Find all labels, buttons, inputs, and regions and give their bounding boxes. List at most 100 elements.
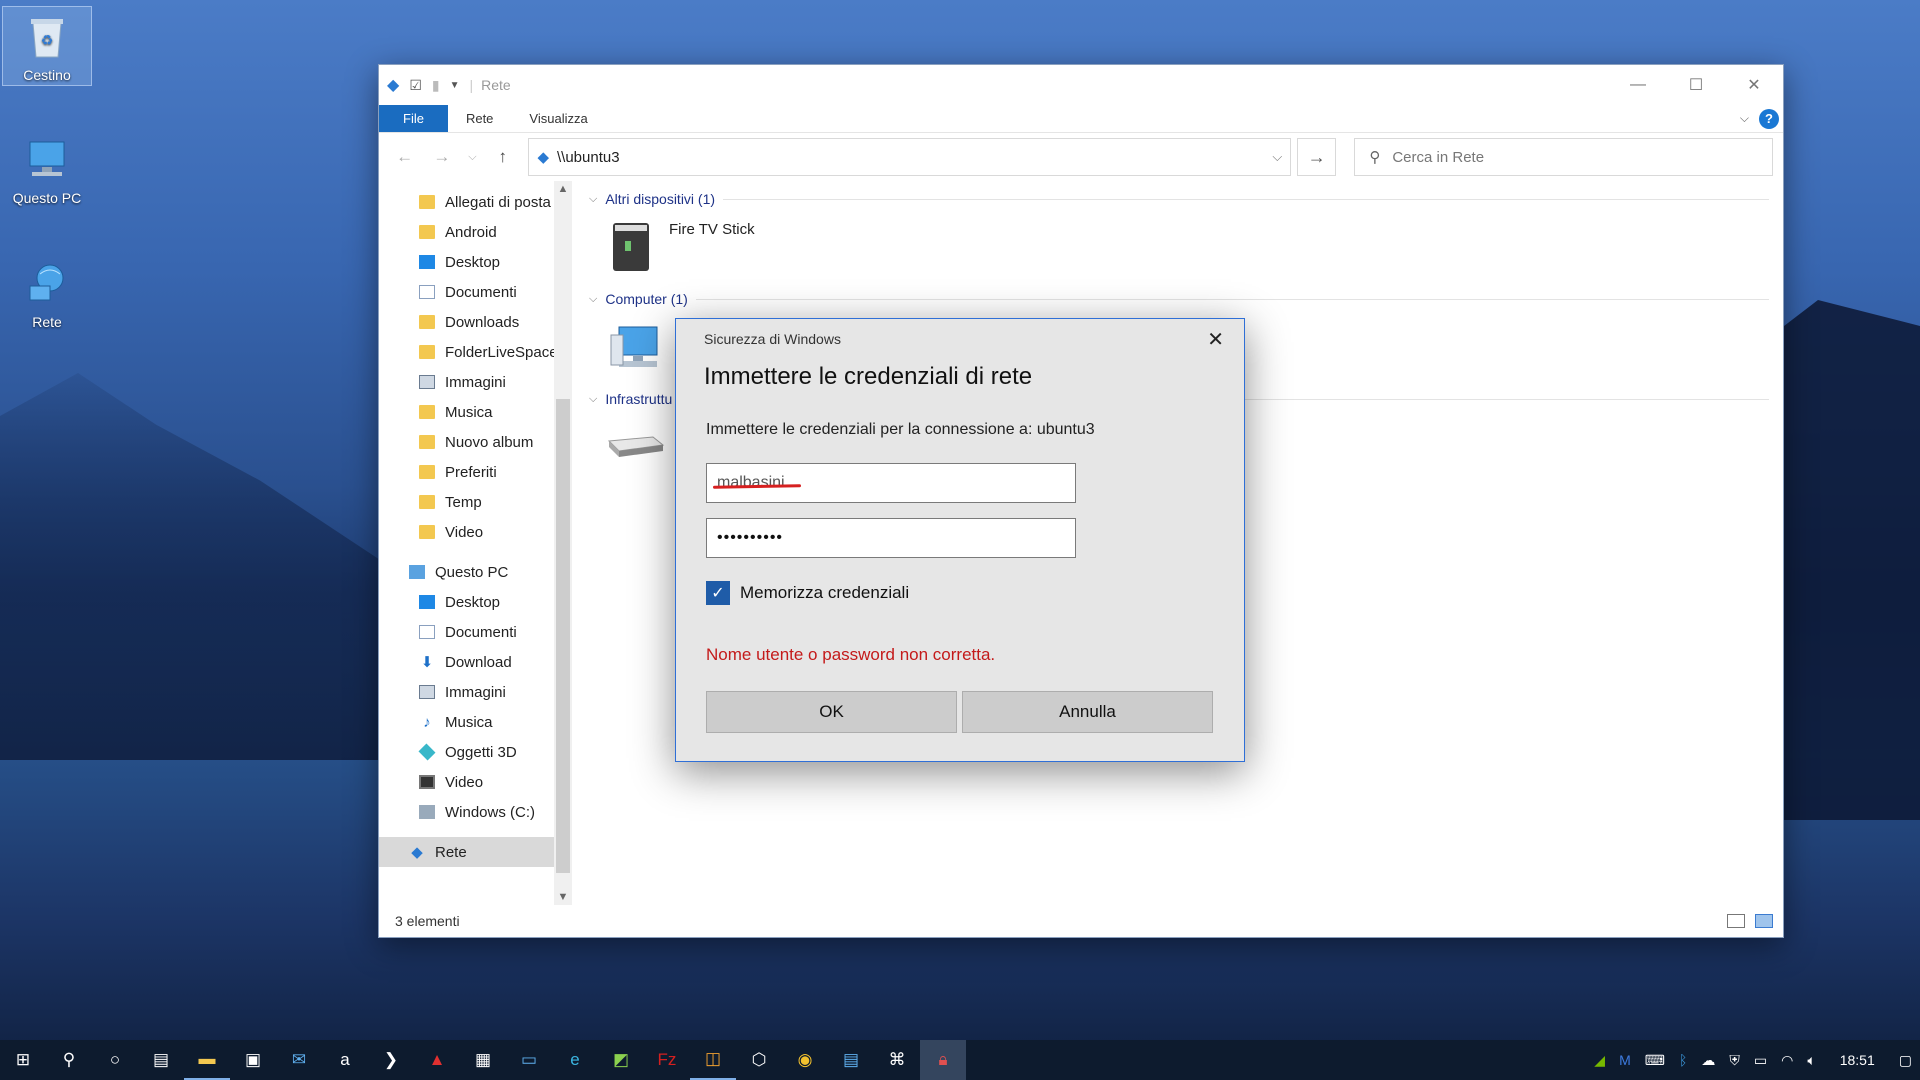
- sidebar-item-pc-download[interactable]: ⬇ Download: [379, 647, 554, 677]
- tab-file[interactable]: File: [379, 105, 448, 132]
- sidebar-item-pc-3d-objects[interactable]: Oggetti 3D: [379, 737, 554, 767]
- sidebar-item-desktop[interactable]: Desktop: [379, 247, 554, 277]
- minimize-button[interactable]: —: [1609, 65, 1667, 105]
- file-explorer-icon[interactable]: ▬: [184, 1040, 230, 1080]
- back-button[interactable]: ←: [389, 141, 420, 173]
- sidebar-item-video[interactable]: Video: [379, 517, 554, 547]
- desktop-icon-recycle-bin[interactable]: ♻ Cestino: [2, 6, 92, 86]
- cortana-icon[interactable]: ○: [92, 1040, 138, 1080]
- folder-icon[interactable]: ▮: [432, 77, 440, 94]
- acrobat-icon[interactable]: ▲: [414, 1040, 460, 1080]
- download-arrow-icon: ⬇: [420, 654, 434, 671]
- calculator-icon[interactable]: ▦: [460, 1040, 506, 1080]
- desktop-icon-this-pc[interactable]: Questo PC: [2, 130, 92, 206]
- network-folder-icon[interactable]: ▤: [828, 1040, 874, 1080]
- quick-access-toolbar: ◆ ☑ ▮ ▼ |: [387, 76, 474, 95]
- sidebar-item-pc-documents[interactable]: Documenti: [379, 617, 554, 647]
- address-bar[interactable]: ◆ \\ubuntu3 ⌵: [528, 138, 1292, 176]
- sidebar-item-pc-drive-c[interactable]: Windows (C:): [379, 797, 554, 827]
- search-icon[interactable]: ⚲: [46, 1040, 92, 1080]
- game-controller-icon[interactable]: ⌘: [874, 1040, 920, 1080]
- bluetooth-icon[interactable]: ᛒ: [1679, 1052, 1687, 1068]
- start-button[interactable]: ⊞: [0, 1040, 46, 1080]
- task-view-icon[interactable]: ▤: [138, 1040, 184, 1080]
- sidebar-item-label: Immagini: [445, 373, 506, 391]
- maximize-button[interactable]: ☐: [1667, 65, 1725, 105]
- close-button[interactable]: ✕: [1725, 65, 1783, 105]
- documents-icon: [419, 625, 435, 639]
- wifi-icon[interactable]: ◠: [1781, 1052, 1793, 1069]
- help-icon[interactable]: ?: [1759, 108, 1779, 129]
- network-icon: [23, 260, 71, 308]
- onedrive-icon[interactable]: ☁: [1701, 1052, 1715, 1069]
- sidebar-item-downloads[interactable]: Downloads: [379, 307, 554, 337]
- sidebar-item-attachments[interactable]: Allegati di posta: [379, 187, 554, 217]
- sidebar-item-android[interactable]: Android: [379, 217, 554, 247]
- password-field[interactable]: ••••••••••: [706, 518, 1076, 558]
- device-computer[interactable]: L: [609, 325, 685, 373]
- desktop-icon-network[interactable]: Rete: [2, 254, 92, 330]
- notifications-icon[interactable]: ▢: [1899, 1052, 1912, 1069]
- scroll-down-icon[interactable]: ▼: [554, 891, 572, 903]
- remote-desktop-icon[interactable]: ▭: [506, 1040, 552, 1080]
- forward-button[interactable]: →: [426, 141, 457, 173]
- sidebar-item-favorites[interactable]: Preferiti: [379, 457, 554, 487]
- nvidia-icon[interactable]: ◢: [1594, 1052, 1605, 1069]
- expand-ribbon-icon[interactable]: ⌵: [1740, 111, 1749, 126]
- defender-icon[interactable]: ⛨: [1729, 1052, 1740, 1069]
- maps-icon[interactable]: ◩: [598, 1040, 644, 1080]
- sidebar-item-folderlivespace[interactable]: FolderLiveSpace: [379, 337, 554, 367]
- clock[interactable]: 18:51: [1840, 1052, 1875, 1068]
- filezilla-icon[interactable]: Fz: [644, 1040, 690, 1080]
- volume-icon[interactable]: 🔈︎: [1807, 1052, 1815, 1069]
- edge-icon[interactable]: e: [552, 1040, 598, 1080]
- store-icon[interactable]: ▣: [230, 1040, 276, 1080]
- tab-view[interactable]: Visualizza: [511, 105, 605, 132]
- network-icon: ◆: [537, 149, 549, 166]
- checkbox-icon[interactable]: ☑: [409, 77, 422, 94]
- recent-locations-button[interactable]: ⌵: [464, 141, 482, 173]
- cancel-button[interactable]: Annulla: [962, 691, 1213, 733]
- mail-icon[interactable]: ✉: [276, 1040, 322, 1080]
- up-button[interactable]: ↑: [487, 141, 518, 173]
- sidebar-item-documents[interactable]: Documenti: [379, 277, 554, 307]
- sidebar-item-new-album[interactable]: Nuovo album: [379, 427, 554, 457]
- ok-button[interactable]: OK: [706, 691, 957, 733]
- navigation-pane-scrollbar[interactable]: ▲ ▼: [554, 181, 572, 905]
- group-header-computer[interactable]: ⌵ Computer (1): [589, 291, 1769, 307]
- large-icons-view-button[interactable]: [1755, 914, 1773, 928]
- sidebar-item-pc-video[interactable]: Video: [379, 767, 554, 797]
- amazon-icon[interactable]: a: [322, 1040, 368, 1080]
- search-box[interactable]: ⚲ Cerca in Rete: [1354, 138, 1774, 176]
- username-field[interactable]: malbasini: [706, 463, 1076, 503]
- security-app-icon[interactable]: 🔒︎: [920, 1040, 966, 1080]
- sidebar-item-music[interactable]: Musica: [379, 397, 554, 427]
- customize-dropdown-icon[interactable]: ▼: [450, 80, 460, 91]
- keyboard-icon[interactable]: ⌨: [1645, 1052, 1665, 1069]
- details-view-button[interactable]: [1727, 914, 1745, 928]
- group-header-label: Computer (1): [605, 291, 688, 307]
- malwarebytes-icon[interactable]: M: [1619, 1052, 1631, 1068]
- sidebar-item-network[interactable]: ◆ Rete: [379, 837, 554, 867]
- sidebar-item-pc-pictures[interactable]: Immagini: [379, 677, 554, 707]
- tab-network[interactable]: Rete: [448, 105, 511, 132]
- address-dropdown-icon[interactable]: ⌵: [1272, 149, 1282, 165]
- terminal-icon[interactable]: ❯: [368, 1040, 414, 1080]
- sidebar-item-this-pc[interactable]: Questo PC: [379, 557, 554, 587]
- sidebar-item-pictures[interactable]: Immagini: [379, 367, 554, 397]
- status-bar: 3 elementi: [379, 905, 1783, 937]
- sidebar-item-pc-desktop[interactable]: Desktop: [379, 587, 554, 617]
- group-header-other-devices[interactable]: ⌵ Altri dispositivi (1): [589, 191, 1769, 207]
- sidebar-item-pc-music[interactable]: ♪ Musica: [379, 707, 554, 737]
- app-icon[interactable]: ◫: [690, 1040, 736, 1080]
- scroll-up-icon[interactable]: ▲: [554, 183, 572, 195]
- device-fire-tv-stick[interactable]: Fire TV Stick: [609, 221, 755, 273]
- remember-credentials-checkbox[interactable]: ✓ Memorizza credenziali: [706, 581, 909, 605]
- sidebar-item-temp[interactable]: Temp: [379, 487, 554, 517]
- scrollbar-thumb[interactable]: [556, 399, 570, 873]
- chrome-icon[interactable]: ◉: [782, 1040, 828, 1080]
- 3d-viewer-icon[interactable]: ⬡: [736, 1040, 782, 1080]
- go-button[interactable]: →: [1297, 138, 1337, 176]
- dialog-close-button[interactable]: ✕: [1207, 327, 1224, 352]
- battery-icon[interactable]: ▭: [1754, 1052, 1767, 1069]
